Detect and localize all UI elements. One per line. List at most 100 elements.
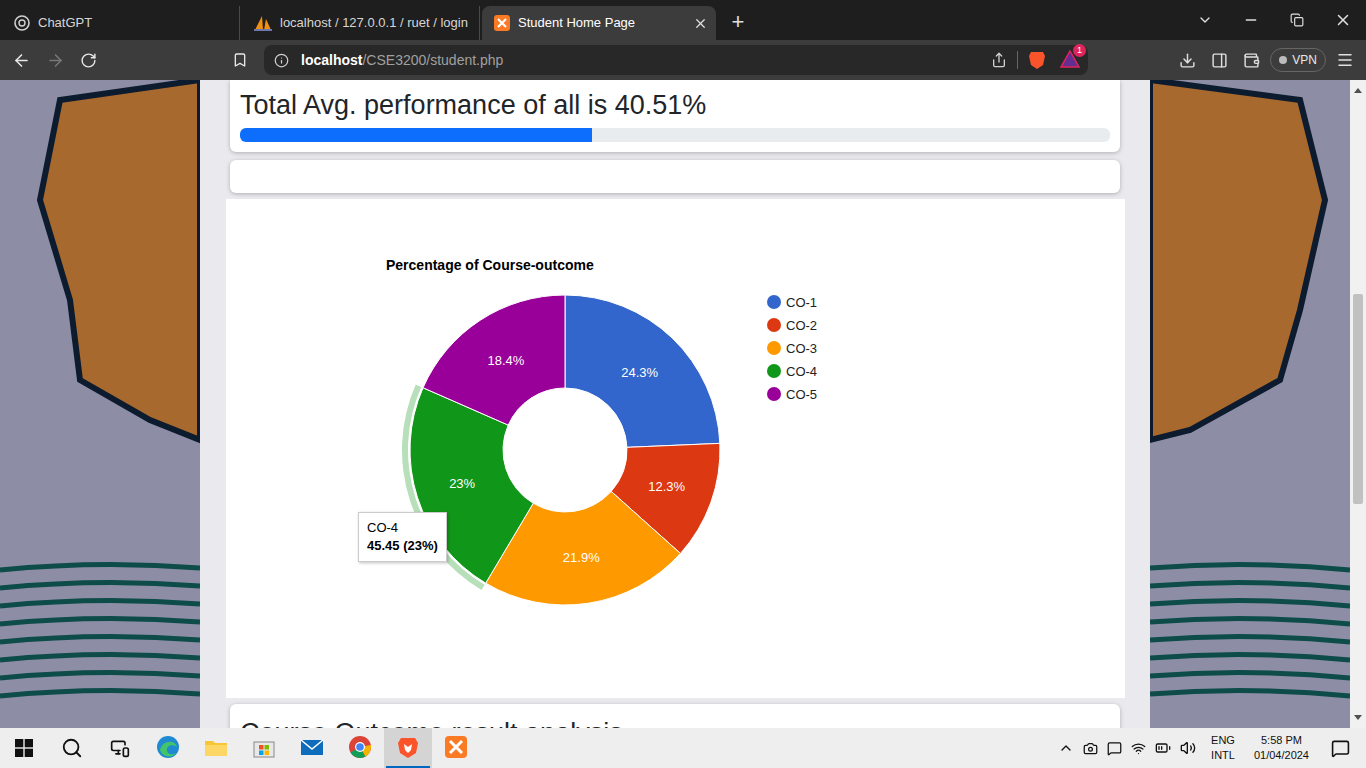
wallet-icon[interactable]	[1243, 52, 1260, 69]
xampp-icon	[443, 734, 469, 760]
taskbar-app[interactable]	[384, 728, 432, 768]
svg-text:CO-4: CO-4	[786, 364, 817, 379]
donut-chart: Percentage of Course-outcome24.3%12.3%21…	[226, 199, 1125, 698]
svg-text:CO-3: CO-3	[786, 341, 817, 356]
chart-slice[interactable]	[423, 295, 565, 425]
scroll-down-icon[interactable]	[1354, 710, 1362, 726]
taskbar-app[interactable]	[336, 728, 384, 768]
system-tray: ENGINTL 5:58 PM01/04/2024	[1058, 728, 1366, 768]
slice-label: 21.9%	[563, 550, 600, 565]
chatgpt-icon	[14, 15, 30, 31]
legend-item[interactable]: CO-1	[767, 295, 817, 310]
chrome-icon	[347, 734, 373, 760]
windows-logo-icon	[15, 739, 33, 757]
taskbar-app[interactable]	[432, 728, 480, 768]
decoration-icon	[0, 80, 200, 728]
outcome-card: Course Outcome result analysis	[230, 704, 1120, 728]
taskbar-app[interactable]	[240, 728, 288, 768]
tooltip-value: 45.45 (23%)	[367, 537, 438, 555]
slice-label: 24.3%	[621, 365, 658, 380]
taskbar-app[interactable]	[144, 728, 192, 768]
brave-icon	[395, 734, 421, 760]
taskbar-app[interactable]	[288, 728, 336, 768]
bookmark-button[interactable]	[232, 52, 254, 68]
chart-slice[interactable]	[565, 295, 720, 447]
share-icon[interactable]	[991, 52, 1007, 68]
tab-label: ChatGPT	[38, 13, 231, 33]
chevron-down-icon	[1197, 12, 1213, 28]
tab-search-button[interactable]	[1182, 12, 1228, 28]
forward-button[interactable]	[46, 51, 68, 70]
url-text: localhost/CSE3200/student.php	[301, 50, 503, 71]
svg-text:CO-2: CO-2	[786, 318, 817, 333]
meet-now-icon[interactable]	[1083, 741, 1098, 756]
decoration-icon	[1150, 80, 1350, 728]
tooltip-label: CO-4	[367, 519, 438, 537]
xampp-icon	[494, 15, 510, 31]
rewards-badge: 1	[1073, 44, 1086, 57]
performance-fill	[240, 128, 592, 142]
browser-tab[interactable]: ChatGPT	[0, 6, 240, 40]
legend-item[interactable]: CO-3	[767, 341, 817, 356]
clock[interactable]: 5:58 PM01/04/2024	[1254, 733, 1309, 763]
wifi-icon[interactable]	[1131, 741, 1146, 756]
performance-heading: Total Avg. performance of all is 40.51%	[240, 88, 1110, 122]
svg-text:CO-5: CO-5	[786, 387, 817, 402]
task-view-icon	[110, 738, 130, 758]
right-background	[1150, 80, 1350, 728]
bookmark-icon	[232, 52, 248, 68]
reload-button[interactable]	[80, 52, 102, 69]
menu-icon[interactable]	[1336, 51, 1354, 69]
taskbar: ENGINTL 5:58 PM01/04/2024	[0, 728, 1366, 768]
chart-tooltip: CO-445.45 (23%)	[358, 512, 447, 562]
brave-shields-icon[interactable]	[1028, 50, 1046, 70]
vpn-button[interactable]: VPN	[1270, 48, 1326, 72]
slice-label: 23%	[449, 476, 475, 491]
edge-icon	[155, 734, 181, 760]
volume-icon[interactable]	[1180, 740, 1196, 756]
notification-button[interactable]	[1318, 739, 1362, 758]
browser-tab[interactable]: localhost / 127.0.0.1 / ruet / login | p	[240, 6, 480, 40]
phpmyadmin-icon	[254, 15, 272, 31]
reload-icon	[80, 52, 97, 69]
content-column: Total Avg. performance of all is 40.51% P…	[200, 80, 1150, 728]
browser-tab[interactable]: Student Home Page	[482, 6, 716, 40]
show-hidden-icons-icon[interactable]	[1058, 740, 1074, 756]
svg-text:CO-1: CO-1	[786, 295, 817, 310]
store-icon	[251, 734, 277, 760]
scrollbar[interactable]	[1350, 80, 1366, 728]
rewards-button[interactable]: 1	[1060, 50, 1080, 70]
battery-icon[interactable]	[1155, 740, 1171, 756]
address-bar[interactable]: localhost/CSE3200/student.php 1	[264, 45, 1088, 75]
download-icon[interactable]	[1179, 52, 1196, 69]
forward-arrow-icon	[46, 51, 65, 70]
legend-item[interactable]: CO-4	[767, 364, 817, 379]
scroll-thumb[interactable]	[1353, 294, 1363, 504]
sidebar-icon[interactable]	[1211, 52, 1228, 69]
site-info-icon[interactable]	[274, 53, 289, 68]
language-indicator[interactable]: ENGINTL	[1211, 733, 1235, 763]
desktop: ChatGPT localhost / 127.0.0.1 / ruet / lo…	[0, 0, 1366, 768]
legend-item[interactable]: CO-5	[767, 387, 817, 402]
back-button[interactable]	[12, 51, 34, 70]
chart-title: Percentage of Course-outcome	[386, 257, 594, 273]
toolbar: localhost/CSE3200/student.php 1 VPN	[0, 40, 1366, 80]
tab-strip: ChatGPT localhost / 127.0.0.1 / ruet / lo…	[0, 0, 1366, 40]
search-icon	[61, 737, 83, 759]
tray-app-icon[interactable]	[1107, 741, 1122, 756]
close-tab-icon[interactable]	[693, 16, 708, 31]
restore-button[interactable]	[1274, 13, 1320, 27]
new-tab-button[interactable]: +	[726, 10, 750, 34]
tab-label: localhost / 127.0.0.1 / ruet / login | p	[280, 13, 471, 33]
task-view-button[interactable]	[96, 728, 144, 768]
taskbar-app[interactable]	[192, 728, 240, 768]
minimize-icon	[1243, 12, 1259, 28]
empty-card	[230, 160, 1120, 193]
slice-label: 18.4%	[487, 353, 524, 368]
start-button[interactable]	[0, 728, 48, 768]
minimize-button[interactable]	[1228, 12, 1274, 28]
search-button[interactable]	[48, 728, 96, 768]
legend-item[interactable]: CO-2	[767, 318, 817, 333]
close-button[interactable]	[1320, 11, 1366, 29]
scroll-up-icon[interactable]	[1354, 82, 1362, 98]
